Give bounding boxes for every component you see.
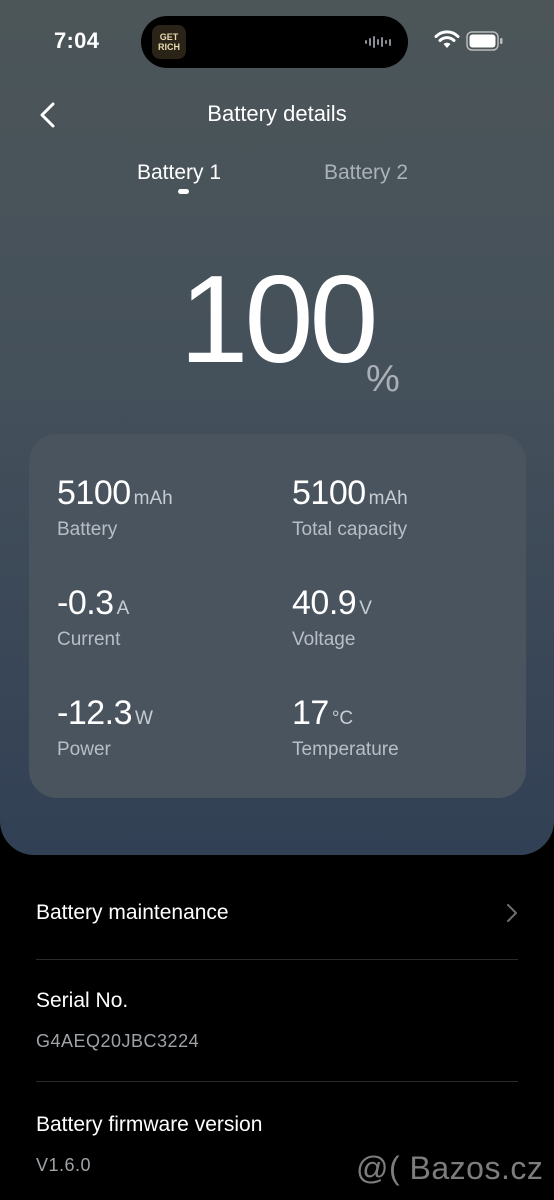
metric-unit: mAh: [368, 488, 408, 509]
metric-voltage: 40.9 V Voltage: [292, 584, 372, 651]
app-logo-icon: GET RICH: [152, 25, 186, 59]
wifi-icon: [434, 30, 460, 48]
metric-label: Battery: [57, 519, 118, 540]
row-title: Battery firmware version: [36, 1113, 263, 1136]
charge-percentage-unit: %: [366, 358, 400, 400]
metric-unit: V: [359, 598, 372, 619]
metric-temperature: 17 °C Temperature: [292, 694, 399, 761]
metric-total-capacity: 5100 mAh Total capacity: [292, 474, 408, 541]
metric-value: 17: [292, 694, 329, 732]
battery-maintenance-row[interactable]: Battery maintenance: [36, 901, 518, 925]
metric-power: -12.3 W Power: [57, 694, 153, 761]
metric-value: 5100: [57, 474, 131, 512]
serial-number-value: G4AEQ20JBC3224: [36, 1031, 200, 1051]
tab-battery-1[interactable]: Battery 1: [137, 161, 221, 185]
chevron-right-icon: [507, 904, 517, 922]
metric-unit: W: [135, 708, 153, 729]
metric-label: Voltage: [292, 629, 356, 650]
dynamic-island: GET RICH: [141, 16, 408, 68]
metric-value: 40.9: [292, 584, 357, 622]
metric-value: -12.3: [57, 694, 133, 732]
metric-value: 5100: [292, 474, 366, 512]
metric-unit: °C: [331, 708, 354, 729]
audio-wave-icon: [365, 35, 391, 49]
metric-label: Total capacity: [292, 519, 408, 540]
metric-value: -0.3: [57, 584, 114, 622]
metric-label: Power: [57, 739, 111, 760]
serial-number-row: Serial No. G4AEQ20JBC3224: [36, 989, 518, 1052]
watermark: @( Bazos.cz: [356, 1150, 544, 1186]
status-time: 7:04: [54, 28, 100, 53]
metric-current: -0.3 A Current: [57, 584, 129, 651]
metrics-card: 5100 mAh Battery 5100 mAh Total capacity -…: [29, 434, 526, 798]
metric-battery: 5100 mAh Battery: [57, 474, 173, 541]
battery-icon: [466, 31, 503, 51]
active-tab-indicator: [178, 189, 189, 194]
divider: [36, 959, 518, 960]
row-title: Serial No.: [36, 989, 129, 1012]
tab-battery-2[interactable]: Battery 2: [324, 161, 408, 185]
row-title: Battery maintenance: [36, 901, 229, 924]
metric-label: Temperature: [292, 739, 399, 760]
divider: [36, 1081, 518, 1082]
charge-percentage: 100: [179, 251, 379, 389]
page-title: Battery details: [207, 101, 347, 126]
metric-unit: A: [116, 598, 130, 619]
metric-label: Current: [57, 629, 121, 650]
metric-unit: mAh: [133, 488, 173, 509]
